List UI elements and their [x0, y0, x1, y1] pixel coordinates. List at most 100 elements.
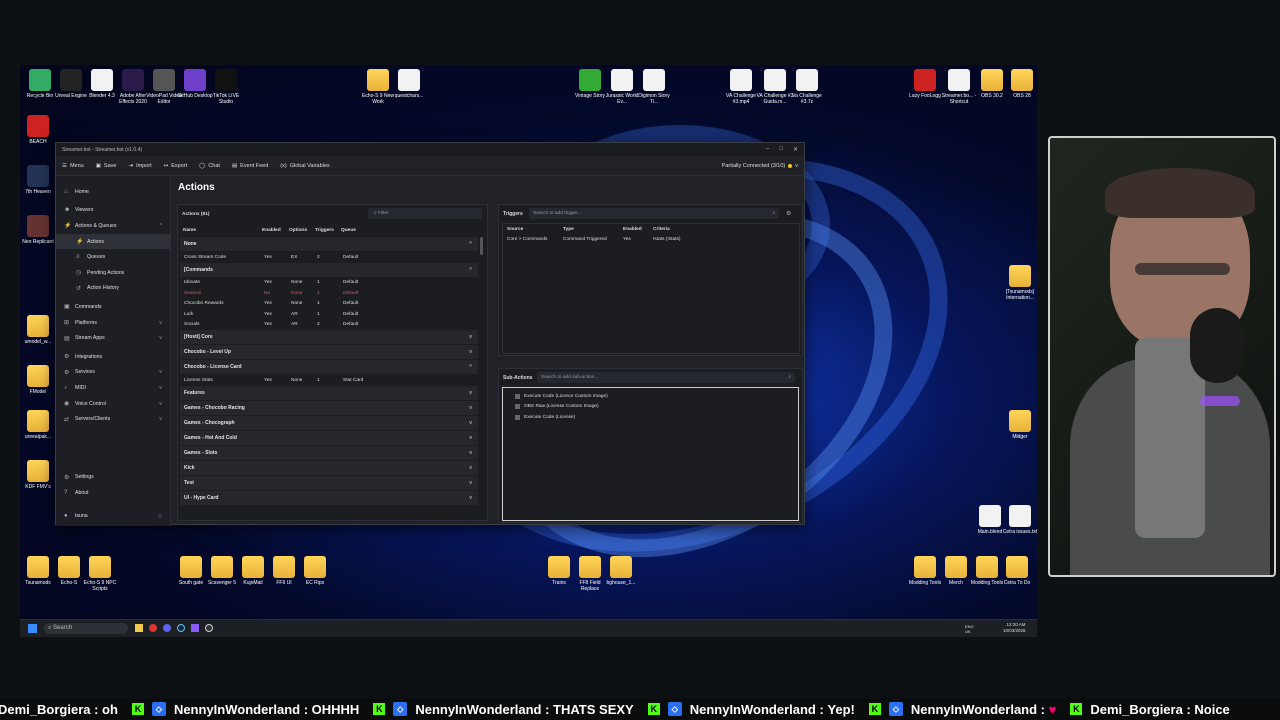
list-item[interactable]: OBS Raw (License Custom Image): [515, 402, 798, 413]
sidebar-item-pending-actions[interactable]: ◷ Pending Actions: [56, 265, 170, 281]
steam-icon[interactable]: [177, 624, 185, 632]
folder-icon[interactable]: EC Rips: [295, 556, 335, 586]
folder-icon[interactable]: Cetra To Do: [997, 556, 1037, 586]
sidebar-item-services[interactable]: ⚙ Services v: [56, 365, 170, 381]
desktop-icon[interactable]: FModel: [20, 365, 58, 395]
table-row[interactable]: Chocobo Rewards Yes None 1 Default: [180, 299, 478, 310]
desktop-icon[interactable]: Midger: [1000, 410, 1037, 440]
event-feed-button[interactable]: ▤ Event Feed: [232, 163, 268, 169]
start-icon[interactable]: [28, 624, 37, 633]
table-row[interactable]: Cross Stream Code Yes EX 2 Default: [180, 252, 478, 263]
obs-icon[interactable]: [205, 624, 213, 632]
language-indicator[interactable]: ENG UK: [965, 624, 979, 634]
desktop-icon[interactable]: OBS 28: [1002, 69, 1037, 99]
table-row[interactable]: Core > Commands Command Triggered Yes !s…: [503, 235, 799, 246]
sidebar-item-actions-queues[interactable]: ⚡ Actions & Queues ^: [56, 218, 170, 234]
taskbar-search[interactable]: ⌕ Search: [44, 623, 128, 634]
action-group-header[interactable]: [Commands ^: [180, 262, 478, 278]
action-group-header[interactable]: Games - Hot And Cold v: [180, 430, 478, 446]
file-explorer-icon[interactable]: [135, 624, 143, 632]
action-group-header[interactable]: Games - Chocobo Racing v: [180, 400, 478, 416]
action-group-header[interactable]: UI - Hype Card v: [180, 490, 478, 506]
stream-apps-icon: ▤: [64, 335, 70, 342]
table-row[interactable]: Socials Yes AR 2 Default: [180, 320, 478, 331]
discord-icon[interactable]: [163, 624, 171, 632]
gear-icon[interactable]: ⚙: [786, 210, 791, 217]
folder-icon[interactable]: bghouse_1...: [601, 556, 641, 586]
sidebar-item-platforms[interactable]: ⊞ Platforms v: [56, 315, 170, 331]
sidebar-item-profile[interactable]: ● tsuna ◇: [56, 508, 170, 524]
chevron-down-icon: v: [469, 334, 472, 340]
table-row[interactable]: Idonate Yes None 1 Default: [180, 278, 478, 289]
sidebar-item-servers-clients[interactable]: ⇄ Servers/Clients v: [56, 411, 170, 427]
chevron-icon: v: [159, 416, 162, 423]
folder-icon: [89, 556, 111, 578]
subactions-panel: Sub-Actions Search to add sub-action... …: [498, 368, 803, 523]
sidebar-item-actions[interactable]: ⚡ Actions: [56, 233, 170, 250]
taskbar: ⌕ Search ENG UK 12:20 AM 10/03/2026: [20, 619, 1037, 637]
desktop-icon[interactable]: Digimon Story Ti...: [634, 69, 674, 105]
sidebar-item-about[interactable]: ? About: [56, 485, 170, 501]
action-group-header[interactable]: Games - Slots v: [180, 445, 478, 461]
sidebar-item-queues[interactable]: ≡ Queues: [56, 249, 170, 265]
action-group-header[interactable]: Chocobo - License Card ^: [180, 360, 478, 375]
sidebar-item-settings[interactable]: ⚙ Settings: [56, 469, 170, 485]
desktop-icon[interactable]: Va Challenge #3.7z: [787, 69, 827, 105]
desktop-icon[interactable]: unrealpak...: [20, 410, 58, 440]
twitch-icon: ⬦: [888, 702, 903, 716]
action-group-header[interactable]: Chocobo - Level Up v: [180, 345, 478, 360]
table-row[interactable]: License Stats Yes None 1 Stat Card: [180, 375, 478, 386]
action-group-header[interactable]: [Hosti] Core v: [180, 330, 478, 345]
desktop-icon[interactable]: KDF FMV's: [20, 460, 58, 490]
chevron-icon: v: [159, 400, 162, 407]
action-group-header[interactable]: None ^: [180, 237, 478, 252]
app-icon: [796, 69, 818, 91]
desktop-icon[interactable]: TikTok LIVE Studio: [206, 69, 246, 105]
list-item[interactable]: Execute Code (License): [515, 412, 798, 423]
action-group-header[interactable]: Test v: [180, 475, 478, 491]
viewers-icon: ☻: [64, 207, 71, 214]
connection-status[interactable]: Partially Connected (3/10) v: [722, 163, 798, 169]
sidebar-item-commands[interactable]: ▣ Commands: [56, 299, 170, 315]
trigger-search-input[interactable]: Search to add trigger... ⌕: [529, 208, 779, 219]
table-row[interactable]: Seasoni No None 1 Default: [180, 288, 478, 299]
sidebar-item-viewers[interactable]: ☻ Viewers: [56, 203, 170, 219]
clock[interactable]: 12:20 AM 10/03/2026: [1003, 622, 1026, 634]
desktop-icon[interactable]: questchars...: [389, 69, 429, 99]
action-group-header[interactable]: Kick v: [180, 460, 478, 476]
sidebar-item-voice-control[interactable]: ◉ Voice Control v: [56, 396, 170, 412]
export-button[interactable]: ↦ Export: [164, 163, 188, 169]
menu-button[interactable]: ☰ Menu: [62, 163, 84, 169]
sidebar-item-action-history[interactable]: ↺ Action History: [56, 281, 170, 297]
import-button[interactable]: ⇥ Import: [128, 163, 151, 169]
close-icon[interactable]: ✕: [793, 146, 798, 153]
streamerbot-icon[interactable]: [191, 624, 199, 632]
folder-icon: [945, 556, 967, 578]
minimize-icon[interactable]: –: [766, 146, 769, 153]
desktop-icon[interactable]: Neo Replicant: [20, 215, 58, 245]
save-button[interactable]: ▣ Save: [96, 163, 117, 169]
action-group-header[interactable]: Features v: [180, 385, 478, 401]
folder-icon[interactable]: Echo-S 9 NPC Scripts: [80, 556, 120, 592]
desktop-icon[interactable]: BEACH: [20, 115, 58, 145]
maximize-icon[interactable]: □: [779, 146, 783, 153]
sidebar-item-home[interactable]: ⌂ Home: [56, 184, 170, 200]
app-icon: [367, 69, 389, 91]
opera-icon[interactable]: [149, 624, 157, 632]
table-row[interactable]: Lurk Yes AR 1 Default: [180, 309, 478, 320]
actions-filter-input[interactable]: ⌕ Filter: [368, 208, 482, 219]
list-item[interactable]: Execute Code (Licence Custom Image): [515, 391, 798, 402]
app-icon: [60, 69, 82, 91]
sidebar-item-stream-apps[interactable]: ▤ Stream Apps v: [56, 330, 170, 346]
action-group-header[interactable]: Games - Chocograph v: [180, 415, 478, 431]
sidebar-item-midi[interactable]: ♪ MIDI v: [56, 380, 170, 396]
sidebar-item-integrations[interactable]: ⚙ Integrations: [56, 349, 170, 365]
desktop-icon[interactable]: umodel_w...: [20, 315, 58, 345]
subaction-search-input[interactable]: Search to add sub-action... ⌕: [537, 372, 795, 383]
chat-button[interactable]: ◯ Chat: [199, 163, 220, 169]
actions-scrollbar[interactable]: [480, 237, 483, 255]
desktop-icon[interactable]: [Tsunamods] Internation...: [1000, 265, 1037, 301]
desktop-icon[interactable]: Cetra issues.txt: [1000, 505, 1037, 535]
global-variables-button[interactable]: (x) Global Variables: [280, 163, 329, 169]
desktop-icon[interactable]: 7th Heaven: [20, 165, 58, 195]
